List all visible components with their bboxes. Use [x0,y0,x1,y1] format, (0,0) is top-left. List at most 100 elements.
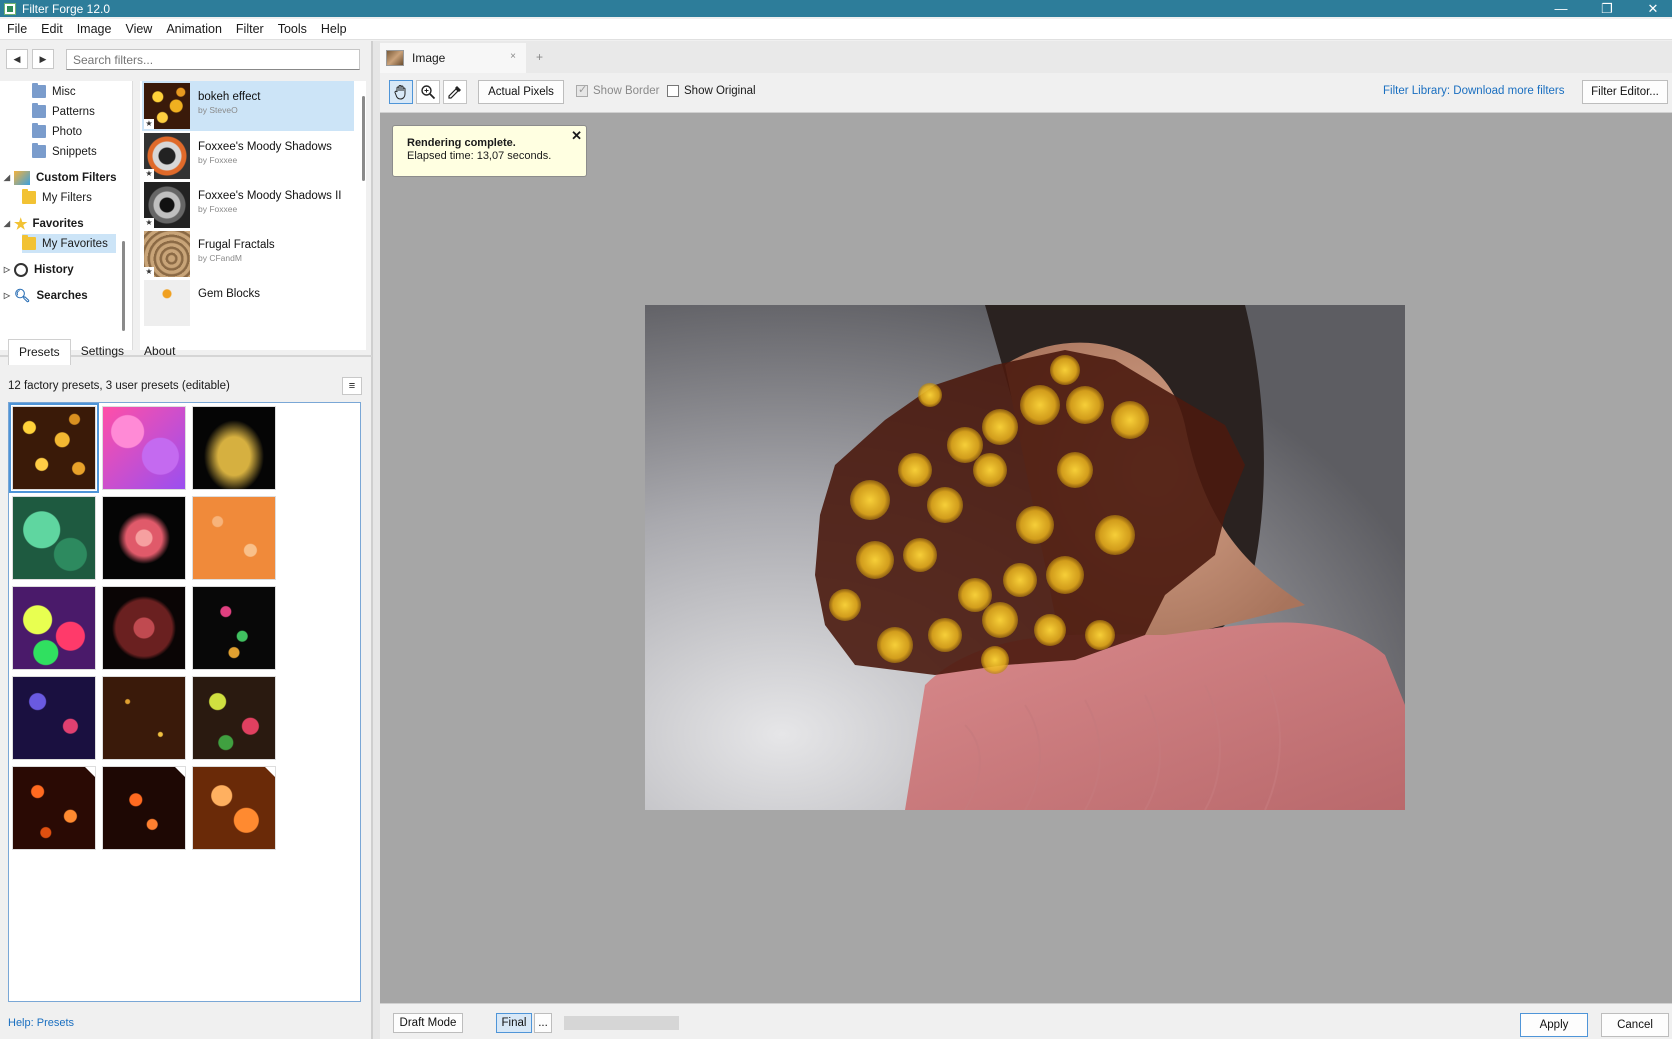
filter-item[interactable]: ★ Foxxee's Moody Shadows by Foxxee [142,131,354,181]
back-button[interactable]: ◀ [6,49,28,69]
close-button[interactable]: ✕ [1630,0,1672,17]
menu-file[interactable]: File [0,22,34,36]
actual-pixels-button[interactable]: Actual Pixels [478,80,564,104]
star-icon: ★ [14,215,28,233]
new-tab-button[interactable]: + [536,50,543,64]
cancel-button[interactable]: Cancel [1601,1013,1669,1037]
preset-thumbnail[interactable] [12,586,96,670]
tree-item-my-favorites[interactable]: My Favorites [22,234,116,253]
hand-icon [394,85,406,100]
filter-editor-button[interactable]: Filter Editor... [1582,80,1668,104]
menu-edit[interactable]: Edit [34,22,70,36]
filter-item[interactable]: ★ Frugal Fractals by CFandM [142,229,354,279]
filter-list: ★ bokeh effect by SteveO ★ Foxxee's Moody… [140,81,366,350]
tree-item-searches[interactable]: ▷ 🔍︎ Searches [2,286,88,305]
preset-thumbnail[interactable] [192,676,276,760]
tree-item-photo[interactable]: Photo [32,122,82,141]
render-notification: Rendering complete. Elapsed time: 13,07 … [392,125,587,177]
zoom-tool-button[interactable] [416,80,440,104]
maximize-button[interactable]: ❐ [1584,0,1630,17]
arrow-left-icon: ◀ [13,53,21,64]
preset-thumbnail[interactable] [12,676,96,760]
filter-item[interactable]: ★ Foxxee's Moody Shadows II by Foxxee [142,180,354,230]
help-presets-link[interactable]: Help: Presets [8,1017,74,1029]
preset-thumbnail[interactable] [102,586,186,670]
tree-item-custom-filters[interactable]: ◢ Custom Filters [2,168,117,187]
tree-item-my-filters[interactable]: My Filters [22,188,92,207]
zoom-icon [421,85,436,100]
preset-thumbnail[interactable] [192,586,276,670]
tab-image-label: Image [412,51,446,65]
expand-icon[interactable]: ▷ [2,291,12,300]
preset-thumbnail[interactable] [9,403,99,493]
search-input[interactable] [66,49,360,70]
preset-thumbnail[interactable] [192,766,276,850]
tree-scrollbar[interactable] [122,241,125,331]
tree-item-snippets[interactable]: Snippets [32,142,97,161]
filter-item[interactable]: ★ bokeh effect by SteveO [142,81,354,131]
collapse-icon[interactable]: ◢ [2,219,12,228]
filter-thumbnail: ★ [144,182,190,228]
tree-item-history[interactable]: ▷ History [2,260,74,279]
preset-thumbnail[interactable] [102,406,186,490]
preset-thumbnail[interactable] [102,676,186,760]
filter-thumbnail: ★ [144,133,190,179]
render-options-button[interactable]: ... [534,1013,552,1033]
arrow-right-icon: ▶ [39,53,47,64]
filter-item[interactable]: Gem Blocks [142,278,354,328]
preset-thumbnail[interactable] [102,496,186,580]
image-canvas[interactable] [645,305,1405,810]
image-toolbar: Actual Pixels Show Border Show Original … [380,73,1672,113]
render-progress-bar [564,1016,679,1030]
presets-menu-button[interactable]: ≡ [342,377,362,395]
user-preset-marker [175,767,185,777]
tree-item-misc[interactable]: Misc [32,82,76,101]
filter-thumbnail: ★ [144,83,190,129]
menu-image[interactable]: Image [70,22,119,36]
image-workspace: Image × + Actual Pixels Show Border Show… [380,41,1672,1039]
menu-filter[interactable]: Filter [229,22,271,36]
show-border-checkbox[interactable]: Show Border [576,83,659,97]
filter-list-scrollbar[interactable] [362,96,365,181]
search-icon: 🔍︎ [14,287,31,303]
folder-icon [32,143,46,158]
preset-thumbnail[interactable] [192,496,276,580]
apply-button[interactable]: Apply [1520,1013,1588,1037]
preset-thumbnail[interactable] [192,406,276,490]
menu-view[interactable]: View [118,22,159,36]
tab-presets[interactable]: Presets [8,339,71,365]
window-title: Filter Forge 12.0 [22,1,111,16]
preset-thumbnail[interactable] [102,766,186,850]
image-thumbnail-icon [386,50,404,66]
toast-close-icon[interactable]: ✕ [571,129,582,142]
menu-help[interactable]: Help [314,22,354,36]
expand-icon[interactable]: ▷ [2,265,12,274]
tree-item-favorites[interactable]: ◢ ★ Favorites [2,214,84,233]
forward-button[interactable]: ▶ [32,49,54,69]
tab-settings[interactable]: Settings [71,339,134,365]
status-bar: Draft Mode Final ... Apply Cancel [380,1003,1672,1039]
filter-library-link[interactable]: Filter Library: Download more filters [1383,85,1565,97]
final-button[interactable]: Final [496,1013,532,1033]
show-original-checkbox[interactable]: Show Original [667,85,756,97]
filter-thumbnail: ★ [144,231,190,277]
close-tab-icon[interactable]: × [510,51,516,62]
tab-about[interactable]: About [134,339,185,365]
hand-tool-button[interactable] [389,80,413,104]
menu-animation[interactable]: Animation [159,22,229,36]
filter-author: by SteveO [198,105,238,115]
preset-thumbnail[interactable] [12,766,96,850]
filter-name: Frugal Fractals [198,239,275,251]
vertical-splitter[interactable] [372,41,380,1039]
eyedropper-tool-button[interactable] [443,80,467,104]
filter-name: Gem Blocks [198,288,260,300]
menu-tools[interactable]: Tools [271,22,314,36]
tab-image[interactable]: Image × [380,43,526,73]
preset-thumbnail[interactable] [12,496,96,580]
tree-item-patterns[interactable]: Patterns [32,102,95,121]
collapse-icon[interactable]: ◢ [2,173,12,182]
filter-author: by CFandM [198,253,242,263]
minimize-button[interactable]: — [1538,0,1584,17]
filter-name: bokeh effect [198,91,261,103]
draft-mode-button[interactable]: Draft Mode [393,1013,463,1033]
